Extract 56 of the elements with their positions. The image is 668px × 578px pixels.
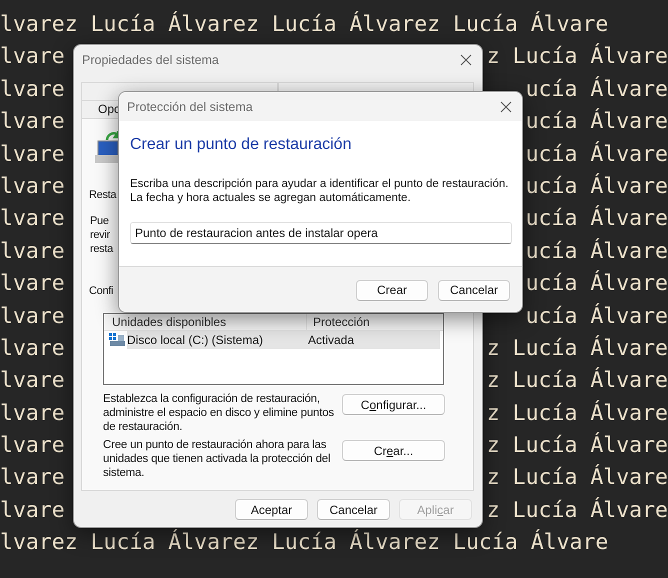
section-label: Resta bbox=[89, 188, 116, 202]
terminal-text: ucía Álvare bbox=[526, 237, 668, 266]
terminal-text: lvare bbox=[0, 140, 65, 169]
terminal-text: lvare bbox=[0, 496, 65, 525]
terminal-text: lvare bbox=[0, 238, 65, 266]
terminal-text: ucía Álvare bbox=[526, 204, 668, 234]
dialog-button[interactable]: Cancelar bbox=[438, 280, 510, 300]
action-button[interactable]: Crear... bbox=[342, 440, 445, 461]
terminal-text: lvarez Lucía Álvarez Lucía Álvarez Lucía Álvare bbox=[0, 10, 608, 39]
description-text: resta bbox=[90, 242, 113, 256]
drive-icon bbox=[109, 333, 125, 347]
terminal-text: z Lucía Álvare bbox=[486, 496, 668, 525]
terminal-text: lvarez Lucía Álvarez Lucía Álvarez Lucía Álvare bbox=[0, 528, 608, 558]
dialog-button[interactable]: Cancelar bbox=[317, 499, 390, 520]
terminal-text: lvare bbox=[0, 302, 65, 331]
close-icon[interactable] bbox=[500, 100, 512, 112]
terminal-text: lvare bbox=[0, 270, 65, 298]
terminal-text: lvare bbox=[0, 400, 65, 428]
terminal-text: lvare bbox=[0, 76, 65, 104]
terminal-text: lvare bbox=[0, 367, 65, 396]
terminal-text: lvare bbox=[0, 464, 65, 492]
drive-row[interactable]: Disco local (C:) (Sistema) Activada bbox=[127, 331, 440, 349]
action-description: Cree un punto de restauración ahora para las unidades que tienen activada la protección del sistema. bbox=[103, 438, 332, 480]
terminal-text: lvare bbox=[0, 432, 65, 460]
action-button[interactable]: Configurar... bbox=[342, 394, 445, 415]
terminal-text: lvare bbox=[0, 205, 65, 234]
dialog-heading: Crear un punto de restauración bbox=[130, 135, 352, 155]
window-title: Protección del sistema bbox=[127, 100, 253, 114]
terminal-text: ucía Álvare bbox=[526, 172, 668, 201]
terminal-text: z Lucía Álvare bbox=[486, 42, 668, 72]
terminal-text: ucía Álvare bbox=[526, 140, 668, 169]
description-field[interactable]: Punto de restauracion antes de instalar opera bbox=[130, 222, 512, 244]
column-header[interactable]: Unidades disponibles bbox=[104, 314, 307, 330]
close-icon[interactable] bbox=[460, 54, 472, 66]
terminal-text: lvare bbox=[0, 172, 65, 201]
dialog-button[interactable]: Aceptar bbox=[235, 499, 308, 520]
terminal-text: ucía Álvare bbox=[526, 107, 668, 136]
section-label: Confi bbox=[89, 284, 114, 298]
terminal-text: lvare bbox=[0, 334, 65, 363]
dialog-button[interactable]: Crear bbox=[356, 280, 428, 300]
window-title: Propiedades del sistema bbox=[82, 53, 219, 67]
terminal-text: z Lucía Álvare bbox=[486, 431, 668, 460]
terminal-text: ucía Álvare bbox=[526, 269, 668, 298]
terminal-text: z Lucía Álvare bbox=[486, 334, 668, 363]
terminal-text: lvare bbox=[0, 108, 65, 136]
terminal-text: lvare bbox=[0, 43, 65, 72]
description-text: Pue bbox=[90, 214, 109, 228]
terminal-text: ucía Álvare bbox=[526, 75, 668, 104]
terminal-text: z Lucía Álvare bbox=[486, 399, 668, 428]
instructions-text: Escriba una descripción para ayudar a identificar el punto de restauración. La fecha y hora actuales se agregan automáticamente. bbox=[130, 177, 510, 205]
terminal-text: z Lucía Álvare bbox=[486, 366, 668, 396]
action-description: Establezca la configuración de restauración, administre el espacio en disco y elimine puntos de restauración. bbox=[103, 392, 335, 434]
terminal-text: z Lucía Álvare bbox=[486, 463, 668, 492]
column-header[interactable]: Protección bbox=[307, 314, 370, 330]
description-text: revir bbox=[90, 228, 110, 242]
terminal-text: ucía Álvare bbox=[526, 302, 668, 331]
